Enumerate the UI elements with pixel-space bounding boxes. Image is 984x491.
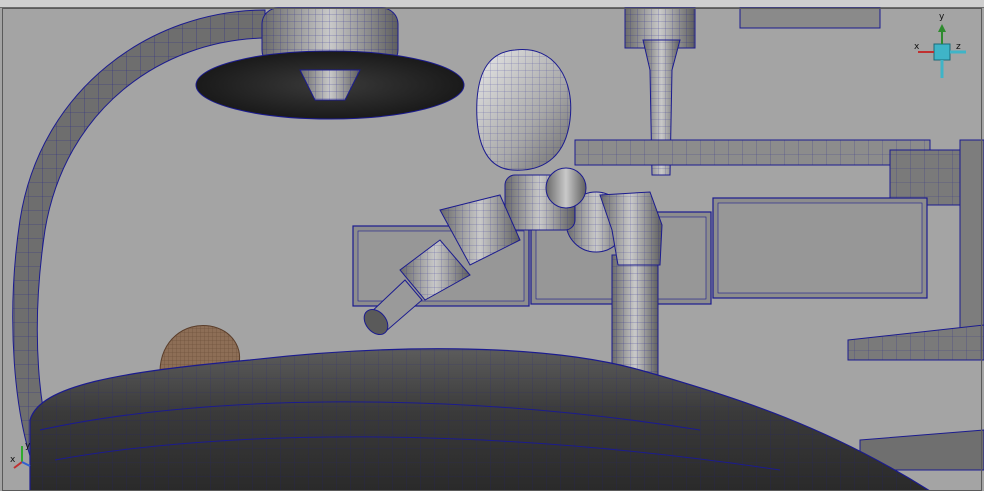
patient-drape[interactable] [29,348,932,491]
camera-name-label [462,472,522,484]
view-cube-gizmo[interactable]: y x z [914,12,966,78]
maya-viewport-3d[interactable]: y x z y x [0,0,984,491]
view-cube-x-label: x [914,42,920,52]
robot-column[interactable] [611,254,659,376]
robot-head[interactable] [476,49,572,171]
view-cube-y-label: y [939,12,945,22]
axis-y-label: y [25,441,31,451]
axis-indicator: y x [10,441,31,469]
axis-x-label: x [10,455,16,465]
instrument-tray[interactable] [847,324,984,471]
view-cube-z-label: z [956,42,961,52]
scene-canvas[interactable]: y x z y x [0,0,984,491]
